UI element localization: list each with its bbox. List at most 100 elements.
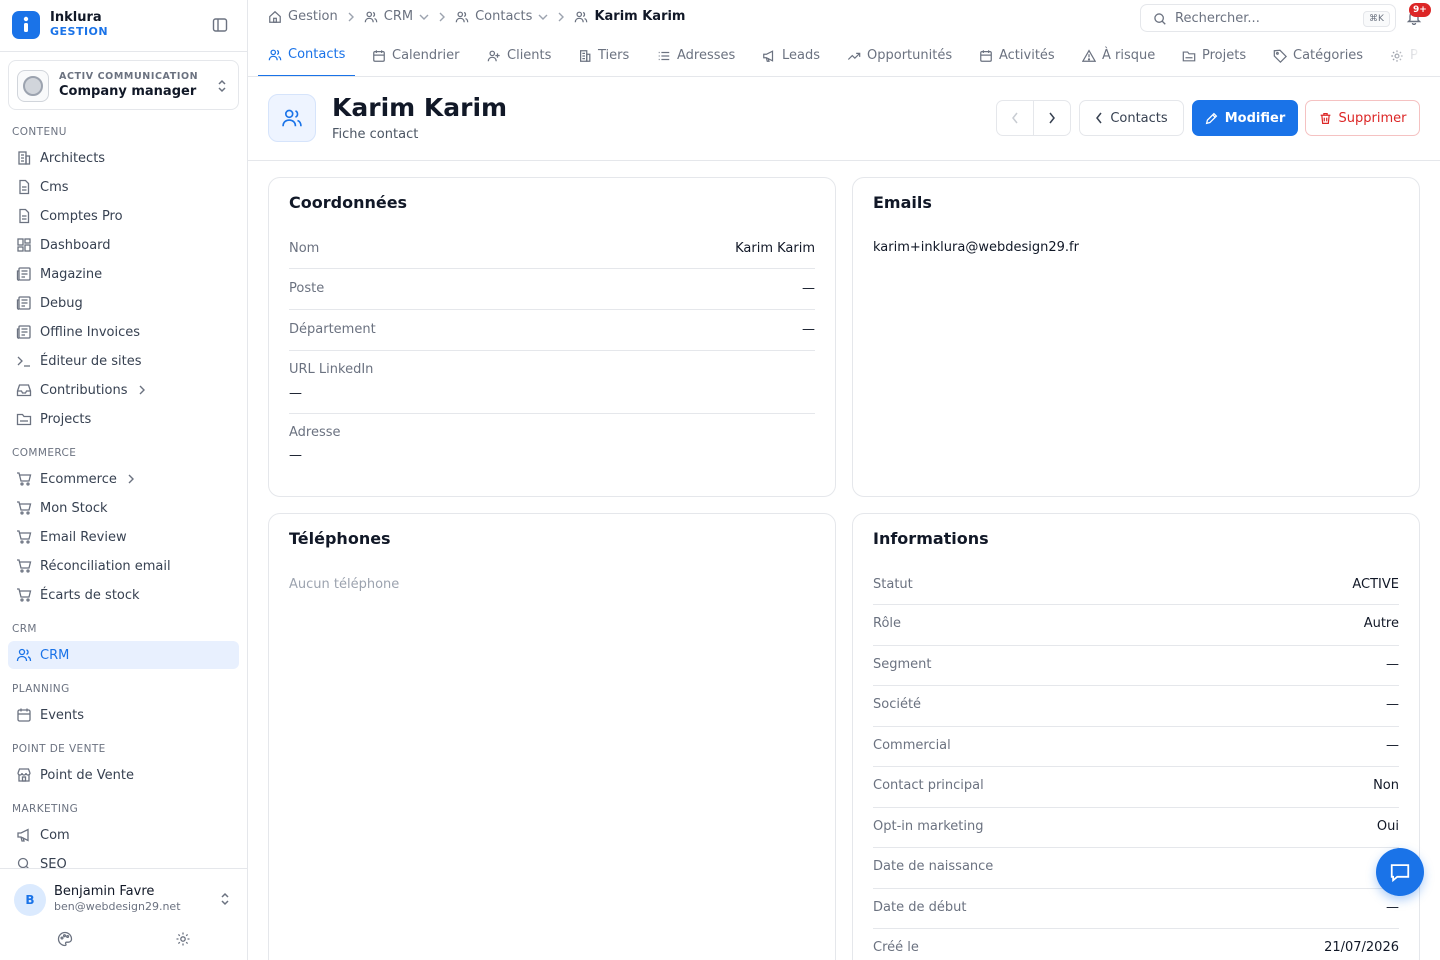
sidebar-item-debug[interactable]: Debug (8, 289, 239, 317)
company-switcher[interactable]: ACTIV COMMUNICATION Company manager (8, 60, 239, 110)
tab-label: Adresses (677, 48, 736, 63)
sidebar-item-seo[interactable]: SEO (8, 850, 239, 868)
search-input[interactable] (1175, 9, 1355, 27)
sidebar-item-ecommerce[interactable]: Ecommerce (8, 465, 239, 493)
field-row: URL LinkedIn — (289, 351, 815, 414)
sidebar-item-cms[interactable]: Cms (8, 173, 239, 201)
file-text-icon (16, 208, 32, 224)
sidebar-item-point-de-vente[interactable]: Point de Vente (8, 761, 239, 789)
user-menu[interactable]: B Benjamin Favre ben@webdesign29.net (0, 868, 247, 960)
breadcrumb-label: Gestion (288, 9, 338, 24)
field-label: Contact principal (873, 778, 984, 793)
sidebar-item-ecarts-de-stock[interactable]: Écarts de stock (8, 581, 239, 609)
record-pager (996, 100, 1071, 136)
field-value: Karim Karim (735, 241, 815, 256)
breadcrumb-gestion[interactable]: Gestion (268, 9, 338, 24)
telephones-card: Téléphones Aucun téléphone (268, 513, 836, 960)
tab-activites[interactable]: Activités (969, 34, 1065, 76)
sidebar-item-label: CRM (40, 647, 70, 663)
sidebar-item-com[interactable]: Com (8, 821, 239, 849)
avatar: B (14, 884, 46, 916)
sidebar-item-label: Contributions (40, 382, 128, 398)
tab-contacts[interactable]: Contacts (258, 34, 356, 76)
page-subtitle: Fiche contact (332, 127, 419, 142)
delete-button[interactable]: Supprimer (1305, 100, 1420, 136)
back-button-label: Contacts (1110, 110, 1168, 126)
breadcrumb-current: Karim Karim (574, 9, 685, 24)
brand-header: Inklura GESTION (0, 0, 247, 52)
back-to-contacts-button[interactable]: Contacts (1079, 100, 1184, 136)
nav-section-planning: PLANNING (12, 683, 70, 695)
field-label: Adresse (289, 425, 341, 440)
nav-section-crm: CRM (12, 623, 37, 635)
sidebar-item-label: Point de Vente (40, 767, 135, 783)
sidebar-item-label: Events (40, 707, 85, 723)
edit-button[interactable]: Modifier (1192, 100, 1298, 136)
sidebar: Inklura GESTION ACTIV COMMUNICATION Comp… (0, 0, 248, 960)
email-address[interactable]: karim+inklura@webdesign29.fr (873, 240, 1079, 255)
sidebar-item-projects[interactable]: Projects (8, 405, 239, 433)
sidebar-item-architects[interactable]: Architects (8, 144, 239, 172)
brand-name: Inklura (50, 10, 102, 25)
sidebar-item-contributions[interactable]: Contributions (8, 376, 239, 404)
user-email: ben@webdesign29.net (54, 900, 181, 913)
shopping-cart-icon (16, 500, 32, 516)
sidebar-item-label: Éditeur de sites (40, 353, 142, 369)
breadcrumb-contacts[interactable]: Contacts (455, 9, 548, 24)
sidebar-item-editeur-de-sites[interactable]: Éditeur de sites (8, 347, 239, 375)
field-value: — (1386, 697, 1399, 712)
sidebar-item-label: Mon Stock (40, 500, 108, 516)
sidebar-toggle-icon[interactable] (212, 17, 230, 35)
sidebar-item-comptes-pro[interactable]: Comptes Pro (8, 202, 239, 230)
sidebar-item-crm[interactable]: CRM (8, 641, 239, 669)
previous-record-button[interactable] (997, 101, 1034, 135)
gear-icon[interactable] (175, 931, 191, 947)
tab-clients[interactable]: Clients (477, 34, 561, 76)
shopping-cart-icon (16, 587, 32, 603)
field-row: Poste — (289, 269, 815, 310)
chat-button[interactable] (1376, 848, 1424, 896)
trending-up-icon (847, 49, 861, 63)
breadcrumb-crm[interactable]: CRM (364, 9, 429, 24)
tab-leads[interactable]: Leads (752, 34, 830, 76)
tag-icon (1273, 49, 1287, 63)
tab-tiers[interactable]: Tiers (568, 34, 639, 76)
search-box[interactable]: ⌘K (1140, 4, 1396, 32)
tab-label: Calendrier (392, 48, 460, 63)
tab-calendrier[interactable]: Calendrier (362, 34, 469, 76)
page-title: Karim Karim (332, 93, 508, 122)
coordonnees-card: Coordonnées Nom Karim Karim Poste — Dépa… (268, 177, 836, 497)
sidebar-item-label: Cms (40, 179, 69, 195)
sidebar-item-dashboard[interactable]: Dashboard (8, 231, 239, 259)
nav-section-marketing: MARKETING (12, 803, 79, 815)
sidebar-item-email-review[interactable]: Email Review (8, 523, 239, 551)
users-icon (16, 647, 32, 663)
tab-categories[interactable]: Catégories (1263, 34, 1373, 76)
users-icon (268, 48, 282, 62)
sidebar-nav: CONTENU Architects Cms Comptes Pro Dashb… (0, 118, 247, 868)
sidebar-item-reconciliation-email[interactable]: Réconciliation email (8, 552, 239, 580)
chevron-right-icon (438, 12, 446, 22)
sidebar-item-label: Réconciliation email (40, 558, 171, 574)
sidebar-item-offline-invoices[interactable]: Offline Invoices (8, 318, 239, 346)
calendar-icon (372, 49, 386, 63)
tab-opportunites[interactable]: Opportunités (837, 34, 962, 76)
palette-icon[interactable] (57, 931, 73, 947)
tab-label: Opportunités (867, 48, 953, 63)
field-label: Opt-in marketing (873, 819, 984, 834)
tab-projets[interactable]: Projets (1172, 34, 1256, 76)
sidebar-item-magazine[interactable]: Magazine (8, 260, 239, 288)
sidebar-item-mon-stock[interactable]: Mon Stock (8, 494, 239, 522)
calendar-icon (16, 707, 32, 723)
tab-a-risque[interactable]: À risque (1072, 34, 1165, 76)
tab-parametres[interactable]: P (1380, 34, 1428, 76)
next-record-button[interactable] (1034, 101, 1071, 135)
app-logo-icon[interactable] (12, 11, 40, 39)
trash-icon (1319, 112, 1332, 125)
chevron-right-icon (347, 12, 355, 22)
sidebar-item-events[interactable]: Events (8, 701, 239, 729)
tab-adresses[interactable]: Adresses (647, 34, 745, 76)
sidebar-item-label: Comptes Pro (40, 208, 123, 224)
company-tag: ACTIV COMMUNICATION (59, 71, 199, 82)
user-plus-icon (487, 49, 501, 63)
